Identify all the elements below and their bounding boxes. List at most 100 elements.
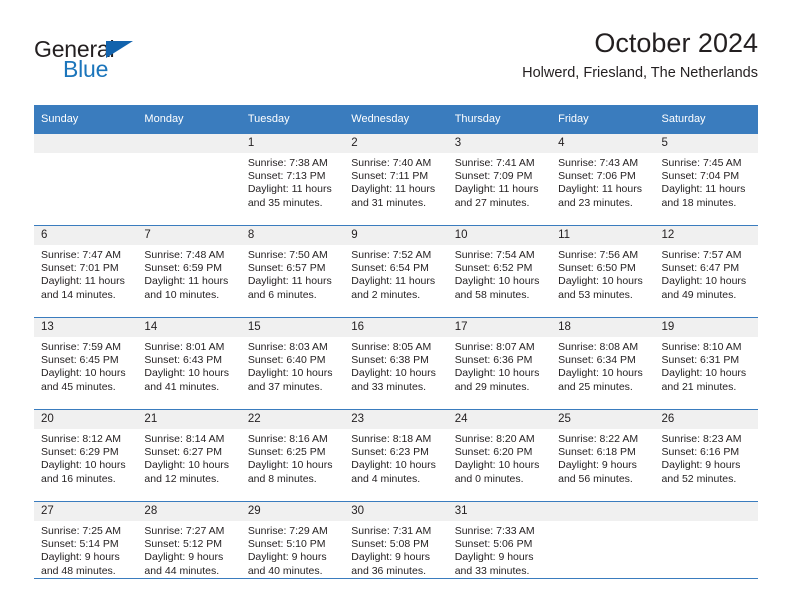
day-number: 16 bbox=[344, 318, 448, 337]
daylight-text-line1: Daylight: 10 hours bbox=[661, 275, 747, 288]
day-details: Sunrise: 7:31 AM Sunset: 5:08 PM Daylight:… bbox=[344, 521, 447, 593]
calendar-day-cell[interactable]: 12 Sunrise: 7:57 AM Sunset: 6:47 PM Dayligh… bbox=[654, 225, 758, 318]
day-number: 1 bbox=[240, 134, 345, 153]
sunset-text: Sunset: 6:43 PM bbox=[144, 354, 223, 367]
calendar-day-cell[interactable]: 6 Sunrise: 7:47 AM Sunset: 7:01 PM Daylight… bbox=[34, 225, 138, 318]
day-number: 18 bbox=[551, 318, 655, 337]
day-number: 17 bbox=[447, 318, 552, 337]
day-details: Sunrise: 8:07 AM Sunset: 6:36 PM Daylight:… bbox=[448, 337, 551, 409]
calendar-day-cell[interactable]: 2 Sunrise: 7:40 AM Sunset: 7:11 PM Daylight… bbox=[344, 133, 448, 226]
day-number: 6 bbox=[34, 226, 138, 245]
page-title: October 2024 bbox=[594, 28, 758, 58]
daylight-text-line2: and 49 minutes. bbox=[661, 288, 737, 301]
calendar-day-cell-empty bbox=[34, 133, 138, 226]
weekday-header-tuesday: Tuesday bbox=[240, 105, 345, 134]
calendar-day-cell[interactable]: 10 Sunrise: 7:54 AM Sunset: 6:52 PM Dayligh… bbox=[447, 225, 552, 318]
calendar-day-cell[interactable]: 17 Sunrise: 8:07 AM Sunset: 6:36 PM Dayligh… bbox=[447, 317, 552, 410]
daylight-text-line2: and 18 minutes. bbox=[661, 196, 737, 209]
sunset-text: Sunset: 7:01 PM bbox=[41, 262, 119, 275]
calendar-day-cell[interactable]: 14 Sunrise: 8:01 AM Sunset: 6:43 PM Dayligh… bbox=[137, 317, 241, 410]
calendar-day-cell[interactable]: 26 Sunrise: 8:23 AM Sunset: 6:16 PM Dayligh… bbox=[654, 409, 758, 502]
sunrise-text: Sunrise: 8:20 AM bbox=[454, 433, 535, 445]
daylight-text-line2: and 27 minutes. bbox=[454, 196, 530, 209]
calendar-day-cell-empty bbox=[551, 501, 655, 593]
calendar-day-cell[interactable]: 7 Sunrise: 7:48 AM Sunset: 6:59 PM Daylight… bbox=[137, 225, 241, 318]
daylight-text-line1: Daylight: 11 hours bbox=[661, 183, 746, 196]
sunrise-text: Sunrise: 7:43 AM bbox=[558, 157, 639, 169]
daylight-text-line2: and 33 minutes. bbox=[351, 380, 426, 393]
day-number: 11 bbox=[551, 226, 655, 245]
sunrise-text: Sunrise: 7:25 AM bbox=[41, 525, 121, 537]
calendar-day-cell[interactable]: 22 Sunrise: 8:16 AM Sunset: 6:25 PM Dayligh… bbox=[240, 409, 345, 502]
day-details: Sunrise: 7:40 AM Sunset: 7:11 PM Daylight:… bbox=[344, 153, 447, 225]
day-number: 24 bbox=[447, 410, 552, 429]
calendar-day-cell[interactable]: 9 Sunrise: 7:52 AM Sunset: 6:54 PM Daylight… bbox=[344, 225, 448, 318]
daylight-text-line2: and 52 minutes. bbox=[661, 472, 737, 485]
calendar-day-cell[interactable]: 15 Sunrise: 8:03 AM Sunset: 6:40 PM Dayligh… bbox=[240, 317, 345, 410]
sunrise-text: Sunrise: 7:56 AM bbox=[558, 249, 639, 261]
daylight-text-line2: and 40 minutes. bbox=[247, 564, 323, 577]
general-blue-logo[interactable]: General Blue bbox=[34, 38, 254, 94]
calendar-day-cell[interactable]: 13 Sunrise: 7:59 AM Sunset: 6:45 PM Dayligh… bbox=[34, 317, 138, 410]
sunset-text: Sunset: 6:20 PM bbox=[454, 446, 533, 459]
sunset-text: Sunset: 6:23 PM bbox=[351, 446, 429, 459]
daylight-text-line2: and 44 minutes. bbox=[144, 564, 220, 577]
calendar-day-cell[interactable]: 3 Sunrise: 7:41 AM Sunset: 7:09 PM Daylight… bbox=[447, 133, 552, 226]
day-details: Sunrise: 8:16 AM Sunset: 6:25 PM Daylight:… bbox=[241, 429, 344, 501]
day-number: 25 bbox=[551, 410, 655, 429]
calendar-day-cell[interactable]: 27 Sunrise: 7:25 AM Sunset: 5:14 PM Dayligh… bbox=[34, 501, 138, 593]
day-number: 10 bbox=[447, 226, 552, 245]
calendar-week-row: 6 Sunrise: 7:47 AM Sunset: 7:01 PM Daylight… bbox=[34, 225, 758, 318]
weekday-header-friday: Friday bbox=[551, 105, 655, 134]
calendar-day-cell[interactable]: 30 Sunrise: 7:31 AM Sunset: 5:08 PM Dayligh… bbox=[344, 501, 448, 593]
day-number: 15 bbox=[240, 318, 345, 337]
page-subtitle: Holwerd, Friesland, The Netherlands bbox=[522, 65, 758, 82]
daylight-text-line1: Daylight: 10 hours bbox=[247, 459, 333, 472]
calendar-day-cell[interactable]: 28 Sunrise: 7:27 AM Sunset: 5:12 PM Dayligh… bbox=[137, 501, 241, 593]
daylight-text-line2: and 31 minutes. bbox=[351, 196, 426, 209]
calendar-day-cell[interactable]: 5 Sunrise: 7:45 AM Sunset: 7:04 PM Daylight… bbox=[654, 133, 758, 226]
calendar-day-cell[interactable]: 18 Sunrise: 8:08 AM Sunset: 6:34 PM Dayligh… bbox=[551, 317, 655, 410]
day-details: Sunrise: 7:43 AM Sunset: 7:06 PM Daylight:… bbox=[551, 153, 654, 225]
sunrise-text: Sunrise: 8:14 AM bbox=[144, 433, 225, 445]
day-number: 12 bbox=[654, 226, 758, 245]
calendar-day-cell[interactable]: 19 Sunrise: 8:10 AM Sunset: 6:31 PM Dayligh… bbox=[654, 317, 758, 410]
day-number: 20 bbox=[34, 410, 138, 429]
sunset-text: Sunset: 7:06 PM bbox=[558, 170, 636, 183]
calendar-day-cell[interactable]: 16 Sunrise: 8:05 AM Sunset: 6:38 PM Dayligh… bbox=[344, 317, 448, 410]
day-number bbox=[34, 134, 138, 153]
daylight-text-line1: Daylight: 9 hours bbox=[661, 459, 741, 472]
sunrise-text: Sunrise: 8:23 AM bbox=[661, 433, 742, 445]
daylight-text-line2: and 23 minutes. bbox=[558, 196, 633, 209]
calendar-day-cell[interactable]: 23 Sunrise: 8:18 AM Sunset: 6:23 PM Dayligh… bbox=[344, 409, 448, 502]
calendar-day-cell[interactable]: 29 Sunrise: 7:29 AM Sunset: 5:10 PM Dayligh… bbox=[240, 501, 345, 593]
calendar-day-cell[interactable]: 20 Sunrise: 8:12 AM Sunset: 6:29 PM Dayligh… bbox=[34, 409, 138, 502]
calendar-day-cell[interactable]: 25 Sunrise: 8:22 AM Sunset: 6:18 PM Dayligh… bbox=[551, 409, 655, 502]
calendar-day-cell[interactable]: 1 Sunrise: 7:38 AM Sunset: 7:13 PM Daylight… bbox=[240, 133, 345, 226]
day-number: 21 bbox=[137, 410, 241, 429]
day-number bbox=[654, 502, 758, 521]
sunrise-text: Sunrise: 8:12 AM bbox=[41, 433, 121, 445]
day-number: 22 bbox=[240, 410, 345, 429]
day-details: Sunrise: 8:22 AM Sunset: 6:18 PM Daylight:… bbox=[551, 429, 654, 501]
sunrise-text: Sunrise: 7:50 AM bbox=[247, 249, 328, 261]
sunrise-text: Sunrise: 8:22 AM bbox=[558, 433, 639, 445]
day-number: 29 bbox=[240, 502, 345, 521]
calendar-day-cell[interactable]: 4 Sunrise: 7:43 AM Sunset: 7:06 PM Daylight… bbox=[551, 133, 655, 226]
calendar-day-cell[interactable]: 21 Sunrise: 8:14 AM Sunset: 6:27 PM Dayligh… bbox=[137, 409, 241, 502]
day-details: Sunrise: 8:05 AM Sunset: 6:38 PM Daylight:… bbox=[344, 337, 447, 409]
weekday-header-monday: Monday bbox=[137, 105, 241, 134]
calendar-day-cell[interactable]: 24 Sunrise: 8:20 AM Sunset: 6:20 PM Dayligh… bbox=[447, 409, 552, 502]
sunrise-text: Sunrise: 7:33 AM bbox=[454, 525, 535, 537]
day-details: Sunrise: 8:12 AM Sunset: 6:29 PM Daylight:… bbox=[34, 429, 137, 501]
daylight-text-line1: Daylight: 9 hours bbox=[558, 459, 637, 472]
sunrise-sunset-calendar: Sunday Monday Tuesday Wednesday Thursday… bbox=[34, 105, 758, 593]
day-number: 14 bbox=[137, 318, 241, 337]
sunset-text: Sunset: 5:06 PM bbox=[454, 538, 533, 551]
calendar-day-cell[interactable]: 31 Sunrise: 7:33 AM Sunset: 5:06 PM Dayligh… bbox=[447, 501, 552, 593]
daylight-text-line1: Daylight: 10 hours bbox=[144, 367, 230, 380]
sunrise-text: Sunrise: 7:29 AM bbox=[247, 525, 328, 537]
day-details: Sunrise: 7:25 AM Sunset: 5:14 PM Daylight:… bbox=[34, 521, 137, 593]
calendar-day-cell[interactable]: 11 Sunrise: 7:56 AM Sunset: 6:50 PM Dayligh… bbox=[551, 225, 655, 318]
calendar-day-cell[interactable]: 8 Sunrise: 7:50 AM Sunset: 6:57 PM Daylight… bbox=[240, 225, 345, 318]
